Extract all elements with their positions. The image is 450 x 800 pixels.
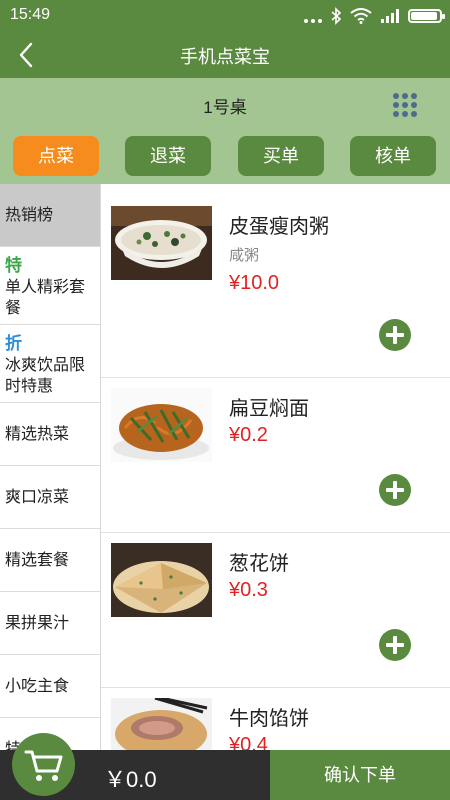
sidebar-item-cold-dishes[interactable]: 爽口凉菜 [0, 466, 100, 529]
discount-badge: 折 [5, 334, 22, 353]
dish-price: ¥0.4 [229, 734, 268, 750]
dish-name: 牛肉馅饼 [229, 708, 309, 730]
sidebar-item-hot-dishes[interactable]: 精选热菜 [0, 403, 100, 466]
dish-item: 牛肉馅饼 ¥0.4 [101, 688, 450, 750]
dish-item: 葱花饼 ¥0.3 [101, 533, 450, 688]
status-icons [304, 7, 445, 25]
dish-item: 扁豆焖面 ¥0.2 [101, 378, 450, 533]
add-plus-icon[interactable] [379, 319, 411, 351]
dish-price: ¥0.2 [229, 424, 268, 446]
braised-noodles-image [111, 388, 212, 462]
porridge-bowl-image [111, 206, 212, 280]
sidebar-item-label: 果拼果汁 [5, 615, 70, 632]
wifi-icon [350, 8, 372, 24]
sidebar-item-label: 精选套餐 [5, 552, 70, 569]
dish-price: ¥0.3 [229, 579, 268, 601]
sidebar-item-label: 冰爽饮品限时特惠 [5, 357, 86, 395]
page-title: 手机点菜宝 [180, 47, 270, 67]
add-plus-icon[interactable] [379, 629, 411, 661]
shopping-cart-icon [24, 750, 63, 781]
dish-name: 扁豆焖面 [229, 398, 309, 420]
category-sidebar: 热销榜 特 单人精彩套餐 折 冰爽饮品限时特惠 精选热菜 爽口凉菜 精选套餐 果… [0, 184, 101, 750]
sidebar-item-label: 小吃主食 [5, 678, 70, 695]
sidebar-item-label: 爽口凉菜 [5, 489, 70, 506]
more-dots-icon [304, 7, 322, 25]
sidebar-item-single-set[interactable]: 特 单人精彩套餐 [0, 247, 100, 325]
dish-name: 皮蛋瘦肉粥 [229, 216, 329, 238]
dish-name: 葱花饼 [229, 553, 289, 575]
status-time: 15:49 [10, 6, 51, 23]
dish-item: 皮蛋瘦肉粥 咸粥 ¥10.0 [101, 184, 450, 378]
bluetooth-icon [331, 7, 342, 25]
shopping-cart-button[interactable] [12, 733, 75, 796]
sidebar-item-label: 单人精彩套餐 [5, 279, 86, 317]
pay-bill-button[interactable]: 买单 [238, 136, 324, 176]
dish-price: ¥10.0 [229, 272, 280, 294]
sidebar-item-fruit[interactable]: 果拼果汁 [0, 592, 100, 655]
order-total: ￥0.0 [104, 767, 157, 792]
battery-icon [408, 9, 445, 23]
dish-subtitle: 咸粥 [229, 247, 260, 264]
sidebar-item-label: 热销榜 [5, 207, 54, 224]
sidebar-item-drinks[interactable]: 折 冰爽饮品限时特惠 [0, 325, 100, 403]
table-name: 1号桌 [203, 98, 247, 117]
sidebar-item-set-meals[interactable]: 精选套餐 [0, 529, 100, 592]
add-plus-icon[interactable] [379, 474, 411, 506]
nav-bar: 手机点菜宝 [0, 32, 450, 78]
sidebar-item-label: 精选热菜 [5, 426, 70, 443]
table-bar: 1号桌 [0, 78, 450, 130]
dish-list: 皮蛋瘦肉粥 咸粥 ¥10.0 扁豆焖面 ¥0.2 葱花饼 ¥0.3 牛肉馅饼 ¥… [101, 184, 450, 750]
beef-pie-image [111, 698, 212, 750]
sidebar-item-snacks[interactable]: 小吃主食 [0, 655, 100, 718]
status-bar: 15:49 [0, 0, 450, 32]
special-badge: 特 [5, 256, 22, 275]
sidebar-item-hot[interactable]: 热销榜 [0, 184, 100, 247]
confirm-order-button[interactable]: 确认下单 [270, 750, 450, 800]
scallion-pancake-image [111, 543, 212, 617]
check-order-button[interactable]: 核单 [350, 136, 436, 176]
action-bar: 点菜 退菜 买单 核单 [0, 130, 450, 184]
grid-menu-icon[interactable] [392, 92, 418, 118]
order-dishes-button[interactable]: 点菜 [13, 136, 99, 176]
signal-icon [381, 9, 399, 23]
return-dishes-button[interactable]: 退菜 [125, 136, 211, 176]
